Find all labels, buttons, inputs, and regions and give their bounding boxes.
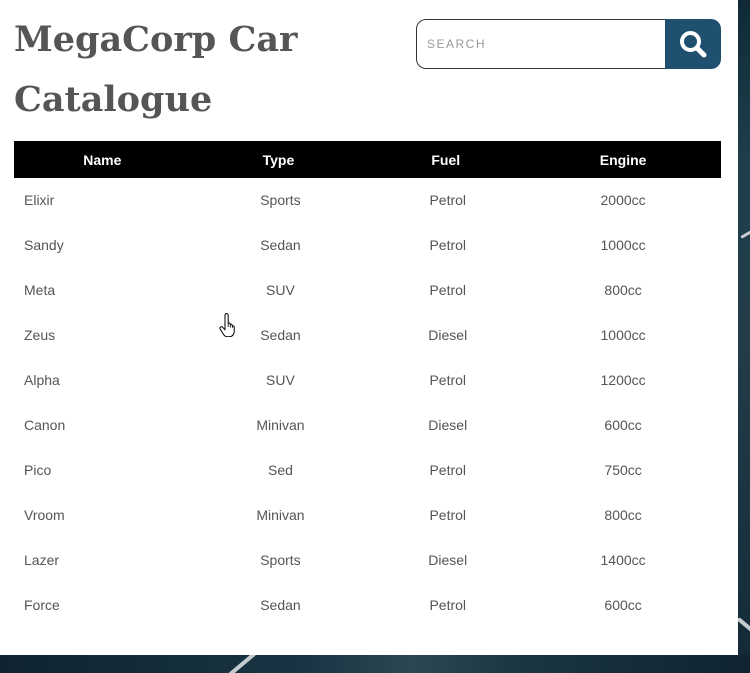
table-row: Pico Sed Petrol 750cc	[14, 447, 721, 492]
cell-engine: 600cc	[604, 416, 642, 433]
column-header-engine[interactable]: Engine	[525, 141, 721, 178]
cell-fuel: Petrol	[429, 596, 467, 613]
search-input[interactable]	[416, 19, 666, 69]
table-header-row: Name Type Fuel Engine	[14, 141, 721, 178]
cell-engine: 750cc	[604, 461, 642, 478]
car-table: Name Type Fuel Engine Elixir Sports Petr…	[14, 141, 721, 627]
search-button[interactable]	[665, 19, 721, 69]
cell-type: Sedan	[260, 236, 301, 253]
cell-type: SUV	[266, 281, 295, 298]
cell-name: Elixir	[24, 192, 55, 208]
cell-fuel: Diesel	[428, 326, 468, 343]
cell-fuel: Petrol	[429, 236, 467, 253]
cell-fuel: Petrol	[429, 192, 467, 208]
cell-name: Pico	[24, 461, 52, 478]
cell-fuel: Diesel	[428, 551, 468, 568]
column-header-fuel[interactable]: Fuel	[366, 141, 526, 178]
cell-engine: 1200cc	[600, 371, 646, 388]
cell-fuel: Diesel	[428, 416, 468, 433]
cell-name: Zeus	[24, 326, 56, 343]
table-row: Vroom Minivan Petrol 800cc	[14, 492, 721, 537]
table-header: Name Type Fuel Engine	[14, 141, 721, 178]
search-icon	[680, 31, 707, 58]
cell-fuel: Petrol	[429, 281, 467, 298]
cell-engine: 600cc	[604, 596, 642, 613]
column-header-type[interactable]: Type	[190, 141, 367, 178]
cell-engine: 2000cc	[600, 192, 646, 208]
catalogue-card: MegaCorp Car Catalogue Name Type Fuel En…	[0, 0, 738, 655]
cell-fuel: Petrol	[429, 461, 467, 478]
cell-engine: 1400cc	[600, 551, 646, 568]
cell-type: Sed	[267, 461, 293, 478]
column-header-name[interactable]: Name	[14, 141, 191, 178]
cell-type: SUV	[266, 371, 295, 388]
cell-name: Lazer	[24, 551, 60, 568]
cell-engine: 800cc	[604, 506, 642, 523]
background-image-right	[738, 0, 750, 673]
cell-type: Sedan	[260, 326, 301, 343]
cell-name: Meta	[24, 281, 56, 298]
background-image-bottom	[0, 655, 750, 673]
cell-name: Canon	[24, 416, 66, 433]
table-row: Elixir Sports Petrol 2000cc	[14, 178, 721, 222]
cell-engine: 800cc	[604, 281, 642, 298]
cell-type: Sedan	[260, 596, 301, 613]
cell-name: Force	[24, 596, 60, 613]
table-row: Canon Minivan Diesel 600cc	[14, 402, 721, 447]
table-row: Lazer Sports Diesel 1400cc	[14, 537, 721, 582]
cell-engine: 1000cc	[600, 326, 646, 343]
cell-type: Sports	[260, 192, 301, 208]
table-row: Alpha SUV Petrol 1200cc	[14, 357, 721, 402]
table-row: Sandy Sedan Petrol 1000cc	[14, 222, 721, 267]
page-title: MegaCorp Car Catalogue	[14, 19, 298, 120]
cell-name: Sandy	[24, 236, 64, 253]
table-body: Elixir Sports Petrol 2000cc Sandy Sedan …	[14, 178, 721, 627]
search-bar	[416, 19, 721, 69]
cell-fuel: Petrol	[429, 506, 467, 523]
cell-type: Sports	[260, 551, 301, 568]
cell-type: Minivan	[256, 416, 305, 433]
cell-name: Alpha	[24, 371, 60, 388]
table-row: Meta SUV Petrol 800cc	[14, 267, 721, 312]
cell-type: Minivan	[256, 506, 305, 523]
cell-engine: 1000cc	[600, 236, 646, 253]
cell-name: Vroom	[24, 506, 65, 523]
cell-fuel: Petrol	[429, 371, 467, 388]
table-row: Zeus Sedan Diesel 1000cc	[14, 312, 721, 357]
table-row: Force Sedan Petrol 600cc	[14, 582, 721, 627]
